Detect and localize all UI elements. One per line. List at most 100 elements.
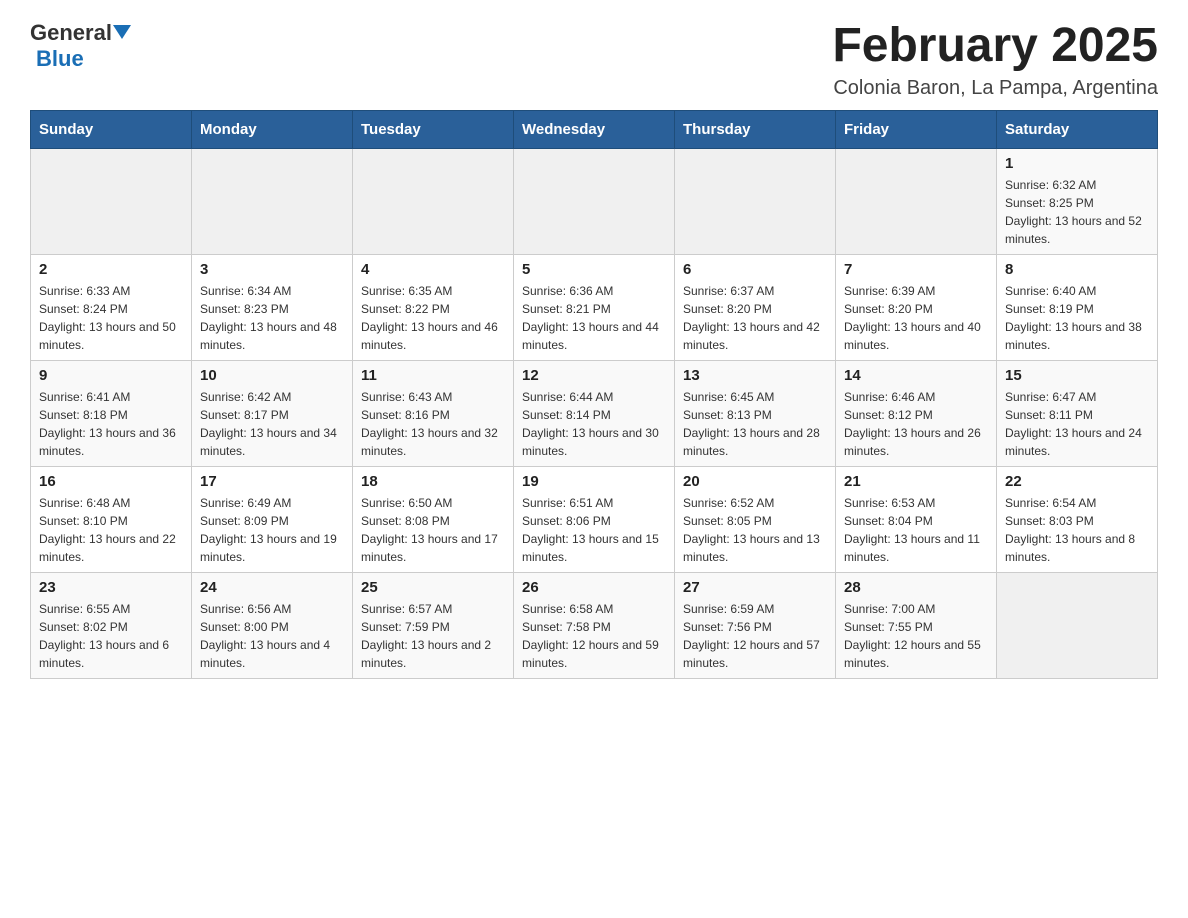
calendar-table: SundayMondayTuesdayWednesdayThursdayFrid… <box>30 110 1158 679</box>
calendar-cell: 27 Sunrise: 6:59 AMSunset: 7:56 PMDayligh… <box>675 572 836 678</box>
day-number: 5 <box>522 261 666 278</box>
day-info: Sunrise: 7:00 AMSunset: 7:55 PMDaylight:… <box>844 600 988 672</box>
calendar-cell <box>353 148 514 254</box>
day-number: 18 <box>361 473 505 490</box>
calendar-cell: 28 Sunrise: 7:00 AMSunset: 7:55 PMDayligh… <box>836 572 997 678</box>
day-number: 24 <box>200 579 344 596</box>
calendar-cell: 3 Sunrise: 6:34 AMSunset: 8:23 PMDaylight… <box>192 254 353 360</box>
day-info: Sunrise: 6:40 AMSunset: 8:19 PMDaylight:… <box>1005 282 1149 354</box>
day-number: 22 <box>1005 473 1149 490</box>
calendar-cell: 16Sunrise: 6:48 AMSunset: 8:10 PMDayligh… <box>31 466 192 572</box>
day-number: 17 <box>200 473 344 490</box>
calendar-cell: 19 Sunrise: 6:51 AMSunset: 8:06 PMDayligh… <box>514 466 675 572</box>
calendar-cell: 11Sunrise: 6:43 AMSunset: 8:16 PMDayligh… <box>353 360 514 466</box>
day-number: 6 <box>683 261 827 278</box>
calendar-cell <box>836 148 997 254</box>
day-info: Sunrise: 6:43 AMSunset: 8:16 PMDaylight:… <box>361 388 505 460</box>
calendar-cell: 12Sunrise: 6:44 AMSunset: 8:14 PMDayligh… <box>514 360 675 466</box>
calendar-cell: 25 Sunrise: 6:57 AMSunset: 7:59 PMDayligh… <box>353 572 514 678</box>
calendar-cell: 20 Sunrise: 6:52 AMSunset: 8:05 PMDayligh… <box>675 466 836 572</box>
day-info: Sunrise: 6:55 AMSunset: 8:02 PMDaylight:… <box>39 600 183 672</box>
calendar-cell: 18 Sunrise: 6:50 AMSunset: 8:08 PMDayligh… <box>353 466 514 572</box>
day-number: 16 <box>39 473 183 490</box>
day-number: 15 <box>1005 367 1149 384</box>
calendar-cell: 9 Sunrise: 6:41 AMSunset: 8:18 PMDaylight… <box>31 360 192 466</box>
calendar-cell <box>192 148 353 254</box>
weekday-header-sunday: Sunday <box>31 110 192 148</box>
calendar-cell: 4 Sunrise: 6:35 AMSunset: 8:22 PMDaylight… <box>353 254 514 360</box>
calendar-cell: 8 Sunrise: 6:40 AMSunset: 8:19 PMDaylight… <box>997 254 1158 360</box>
day-info: Sunrise: 6:33 AMSunset: 8:24 PMDaylight:… <box>39 282 183 354</box>
day-number: 21 <box>844 473 988 490</box>
weekday-header-saturday: Saturday <box>997 110 1158 148</box>
week-row-3: 9 Sunrise: 6:41 AMSunset: 8:18 PMDaylight… <box>31 360 1158 466</box>
day-info: Sunrise: 6:56 AMSunset: 8:00 PMDaylight:… <box>200 600 344 672</box>
weekday-header-tuesday: Tuesday <box>353 110 514 148</box>
day-number: 23 <box>39 579 183 596</box>
calendar-cell: 15 Sunrise: 6:47 AMSunset: 8:11 PMDayligh… <box>997 360 1158 466</box>
day-number: 1 <box>1005 155 1149 172</box>
month-title: February 2025 <box>832 20 1158 73</box>
day-number: 7 <box>844 261 988 278</box>
calendar-cell: 21Sunrise: 6:53 AMSunset: 8:04 PMDayligh… <box>836 466 997 572</box>
day-number: 28 <box>844 579 988 596</box>
day-info: Sunrise: 6:36 AMSunset: 8:21 PMDaylight:… <box>522 282 666 354</box>
calendar-cell: 17Sunrise: 6:49 AMSunset: 8:09 PMDayligh… <box>192 466 353 572</box>
calendar-cell: 22 Sunrise: 6:54 AMSunset: 8:03 PMDayligh… <box>997 466 1158 572</box>
day-info: Sunrise: 6:50 AMSunset: 8:08 PMDaylight:… <box>361 494 505 566</box>
day-info: Sunrise: 6:52 AMSunset: 8:05 PMDaylight:… <box>683 494 827 566</box>
day-info: Sunrise: 6:45 AMSunset: 8:13 PMDaylight:… <box>683 388 827 460</box>
day-info: Sunrise: 6:35 AMSunset: 8:22 PMDaylight:… <box>361 282 505 354</box>
weekday-header-monday: Monday <box>192 110 353 148</box>
day-info: Sunrise: 6:57 AMSunset: 7:59 PMDaylight:… <box>361 600 505 672</box>
calendar-cell: 2Sunrise: 6:33 AMSunset: 8:24 PMDaylight… <box>31 254 192 360</box>
calendar-cell: 5 Sunrise: 6:36 AMSunset: 8:21 PMDaylight… <box>514 254 675 360</box>
location-subtitle: Colonia Baron, La Pampa, Argentina <box>832 77 1158 100</box>
title-section: February 2025 Colonia Baron, La Pampa, A… <box>832 20 1158 100</box>
calendar-cell: 13 Sunrise: 6:45 AMSunset: 8:13 PMDayligh… <box>675 360 836 466</box>
day-info: Sunrise: 6:54 AMSunset: 8:03 PMDaylight:… <box>1005 494 1149 566</box>
weekday-header-row: SundayMondayTuesdayWednesdayThursdayFrid… <box>31 110 1158 148</box>
day-number: 27 <box>683 579 827 596</box>
day-number: 10 <box>200 367 344 384</box>
calendar-cell: 7 Sunrise: 6:39 AMSunset: 8:20 PMDaylight… <box>836 254 997 360</box>
day-info: Sunrise: 6:41 AMSunset: 8:18 PMDaylight:… <box>39 388 183 460</box>
calendar-cell <box>514 148 675 254</box>
week-row-1: 1 Sunrise: 6:32 AMSunset: 8:25 PMDaylight… <box>31 148 1158 254</box>
logo-triangle-icon <box>113 25 131 39</box>
week-row-5: 23 Sunrise: 6:55 AMSunset: 8:02 PMDayligh… <box>31 572 1158 678</box>
calendar-cell <box>31 148 192 254</box>
day-info: Sunrise: 6:58 AMSunset: 7:58 PMDaylight:… <box>522 600 666 672</box>
calendar-cell: 26 Sunrise: 6:58 AMSunset: 7:58 PMDayligh… <box>514 572 675 678</box>
week-row-4: 16Sunrise: 6:48 AMSunset: 8:10 PMDayligh… <box>31 466 1158 572</box>
logo-general-text: General <box>30 20 112 46</box>
day-number: 26 <box>522 579 666 596</box>
calendar-cell: 23 Sunrise: 6:55 AMSunset: 8:02 PMDayligh… <box>31 572 192 678</box>
logo-blue-text: Blue <box>36 46 84 72</box>
day-info: Sunrise: 6:51 AMSunset: 8:06 PMDaylight:… <box>522 494 666 566</box>
day-number: 20 <box>683 473 827 490</box>
day-info: Sunrise: 6:34 AMSunset: 8:23 PMDaylight:… <box>200 282 344 354</box>
day-number: 25 <box>361 579 505 596</box>
logo: General Blue <box>30 20 131 72</box>
day-info: Sunrise: 6:42 AMSunset: 8:17 PMDaylight:… <box>200 388 344 460</box>
day-info: Sunrise: 6:59 AMSunset: 7:56 PMDaylight:… <box>683 600 827 672</box>
calendar-cell: 6 Sunrise: 6:37 AMSunset: 8:20 PMDaylight… <box>675 254 836 360</box>
weekday-header-thursday: Thursday <box>675 110 836 148</box>
calendar-cell: 14Sunrise: 6:46 AMSunset: 8:12 PMDayligh… <box>836 360 997 466</box>
calendar-cell <box>997 572 1158 678</box>
weekday-header-wednesday: Wednesday <box>514 110 675 148</box>
calendar-cell <box>675 148 836 254</box>
day-number: 9 <box>39 367 183 384</box>
weekday-header-friday: Friday <box>836 110 997 148</box>
day-info: Sunrise: 6:47 AMSunset: 8:11 PMDaylight:… <box>1005 388 1149 460</box>
day-number: 13 <box>683 367 827 384</box>
day-number: 3 <box>200 261 344 278</box>
day-info: Sunrise: 6:37 AMSunset: 8:20 PMDaylight:… <box>683 282 827 354</box>
day-number: 8 <box>1005 261 1149 278</box>
day-number: 19 <box>522 473 666 490</box>
day-info: Sunrise: 6:39 AMSunset: 8:20 PMDaylight:… <box>844 282 988 354</box>
calendar-cell: 10 Sunrise: 6:42 AMSunset: 8:17 PMDayligh… <box>192 360 353 466</box>
day-number: 4 <box>361 261 505 278</box>
day-info: Sunrise: 6:32 AMSunset: 8:25 PMDaylight:… <box>1005 176 1149 248</box>
